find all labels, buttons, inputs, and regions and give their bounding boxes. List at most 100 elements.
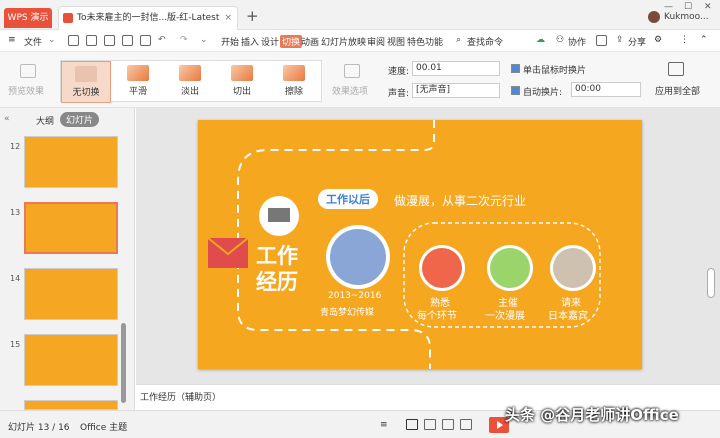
- document-icon[interactable]: [596, 35, 607, 46]
- tab-slides[interactable]: 幻灯片: [60, 112, 100, 127]
- effect-options-button[interactable]: 效果选项: [332, 84, 368, 97]
- menu-insert[interactable]: 插入: [241, 35, 259, 48]
- menu-design[interactable]: 设计: [261, 35, 279, 48]
- item-2-line2: 一次漫展: [485, 311, 525, 322]
- after-work-badge: 工作以后: [318, 189, 378, 209]
- speed-input[interactable]: 00.01: [412, 61, 500, 76]
- slide-panel: « 大纲 幻灯片 12 13 14 15: [0, 108, 135, 410]
- slide-thumbnail-selected[interactable]: [24, 202, 118, 254]
- menu-view[interactable]: 视图: [387, 35, 405, 48]
- slide-headline: 做漫展，从事二次元行业: [394, 194, 527, 208]
- preview-effect-button[interactable]: 预览效果: [8, 84, 44, 97]
- transition-fade-icon: [179, 65, 201, 81]
- years-text: 2013~2016: [328, 291, 382, 301]
- item-3-line2: 日本嘉宾: [548, 311, 588, 322]
- document-tab-title: To未来雇主的一封信...版-红-Latest: [77, 13, 220, 23]
- collab-icon[interactable]: ⚇: [556, 35, 564, 45]
- avatar[interactable]: [648, 11, 660, 23]
- notes-toggle-icon[interactable]: ≡: [380, 420, 388, 430]
- speed-label: 速度:: [388, 67, 410, 77]
- hamburger-icon[interactable]: ≡: [8, 35, 16, 45]
- slide-thumbnail[interactable]: [24, 136, 118, 188]
- transition-gallery: 无切换 平滑 淡出 切出 擦除: [60, 60, 322, 103]
- menu-home[interactable]: 开始: [221, 35, 239, 48]
- new-tab-icon[interactable]: +: [246, 7, 259, 25]
- cloud-icon[interactable]: ☁: [536, 35, 545, 45]
- canvas-scrollbar[interactable]: [707, 268, 715, 298]
- slide-number: 12: [10, 142, 21, 151]
- minimize-icon[interactable]: —: [664, 2, 673, 12]
- menu-review[interactable]: 审阅: [367, 35, 385, 48]
- preview-icon[interactable]: [140, 35, 151, 46]
- export-icon[interactable]: [104, 35, 115, 46]
- more-icon[interactable]: ⋮: [680, 35, 689, 45]
- ribbon-toolbar: 预览效果 无切换 平滑 淡出 切出 擦除 效果选项 速度: 00.01 声音: …: [0, 52, 720, 108]
- slide-counter: 幻灯片 13 / 16: [8, 423, 70, 433]
- transition-wipe[interactable]: 擦除: [269, 61, 319, 103]
- apply-all-icon[interactable]: [668, 62, 684, 76]
- slide-title-line2: 经历: [256, 270, 298, 294]
- print-icon[interactable]: [122, 35, 133, 46]
- close-tab-icon[interactable]: ×: [224, 7, 232, 29]
- redo-icon[interactable]: ↷: [180, 35, 188, 45]
- effect-options-icon[interactable]: [344, 64, 360, 78]
- item-1-line2: 每个环节: [417, 311, 457, 322]
- transition-none[interactable]: 无切换: [61, 61, 111, 103]
- slide-thumbnail[interactable]: [24, 400, 118, 410]
- menu-special[interactable]: 特色功能: [407, 35, 443, 48]
- transition-smooth-icon: [127, 65, 149, 81]
- collapse-ribbon-icon[interactable]: ⌃: [700, 35, 708, 45]
- presenter-view-icon[interactable]: [460, 419, 472, 430]
- sorter-view-icon[interactable]: [424, 419, 436, 430]
- slide-number: 14: [10, 274, 21, 283]
- document-tab[interactable]: To未来雇主的一封信...版-红-Latest ×: [58, 6, 238, 30]
- dropdown-icon[interactable]: ⌄: [200, 35, 208, 45]
- slide-thumbnail[interactable]: [24, 268, 118, 320]
- watermark: 头条 @谷月老师讲Office: [505, 406, 679, 424]
- collapse-panel-icon[interactable]: «: [4, 114, 10, 124]
- tab-outline[interactable]: 大纲: [36, 114, 54, 127]
- transition-label: 切出: [232, 87, 251, 97]
- search-command[interactable]: 查找命令: [467, 35, 503, 48]
- search-icon[interactable]: ⌕: [456, 35, 461, 45]
- on-click-checkbox[interactable]: [511, 64, 520, 73]
- auto-advance-checkbox[interactable]: [511, 86, 520, 95]
- menu-transitions[interactable]: 切换: [280, 35, 303, 48]
- reading-view-icon[interactable]: [442, 419, 454, 430]
- transition-smooth[interactable]: 平滑: [113, 61, 163, 103]
- theme-name[interactable]: Office 主题: [80, 420, 127, 433]
- dropdown-icon[interactable]: ⌄: [48, 35, 56, 45]
- wps-app-tab[interactable]: WPS 演示: [4, 8, 52, 28]
- current-slide[interactable]: 工作 经历 工作以后 做漫展，从事二次元行业 2013~2016 青岛梦幻传媒 …: [198, 120, 642, 369]
- apply-all-button[interactable]: 应用到全部: [655, 84, 700, 97]
- auto-advance-time[interactable]: 00:00: [571, 82, 641, 97]
- undo-icon[interactable]: ↶: [158, 35, 166, 45]
- menu-bar: ≡ 文件 ⌄ ↶ ↷ ⌄ 开始 插入 设计 切换 动画 幻灯片放映 审阅 视图 …: [0, 30, 720, 52]
- user-name[interactable]: Kukmoo...: [664, 12, 709, 22]
- normal-view-icon[interactable]: [406, 419, 418, 430]
- sound-select[interactable]: [无声音]: [412, 83, 500, 98]
- share-icon[interactable]: ⇪: [616, 35, 624, 45]
- menu-animation[interactable]: 动画: [301, 35, 319, 48]
- sound-label: 声音:: [388, 89, 410, 99]
- transition-label: 平滑: [128, 87, 147, 97]
- transition-cut[interactable]: 切出: [217, 61, 267, 103]
- maximize-icon[interactable]: ☐: [684, 2, 692, 12]
- file-menu[interactable]: 文件: [24, 35, 42, 48]
- slide-thumbnail[interactable]: [24, 334, 118, 386]
- transition-fade[interactable]: 淡出: [165, 61, 215, 103]
- transition-cut-icon: [231, 65, 253, 81]
- title-bar: WPS 演示 To未来雇主的一封信...版-红-Latest × + Kukmo…: [0, 0, 720, 30]
- transition-wipe-icon: [283, 65, 305, 81]
- on-click-label: 单击鼠标时换片: [523, 66, 587, 76]
- close-window-icon[interactable]: ✕: [704, 2, 712, 12]
- menu-slideshow[interactable]: 幻灯片放映: [321, 35, 366, 48]
- collab-button[interactable]: 协作: [568, 35, 586, 48]
- save-icon[interactable]: [86, 35, 97, 46]
- slide-panel-scrollbar[interactable]: [121, 323, 126, 403]
- share-button[interactable]: 分享: [628, 35, 646, 48]
- preview-effect-icon[interactable]: [20, 64, 36, 78]
- open-icon[interactable]: [68, 35, 79, 46]
- slide-canvas: 工作 经历 工作以后 做漫展，从事二次元行业 2013~2016 青岛梦幻传媒 …: [136, 108, 720, 384]
- gear-icon[interactable]: ⚙: [654, 35, 662, 45]
